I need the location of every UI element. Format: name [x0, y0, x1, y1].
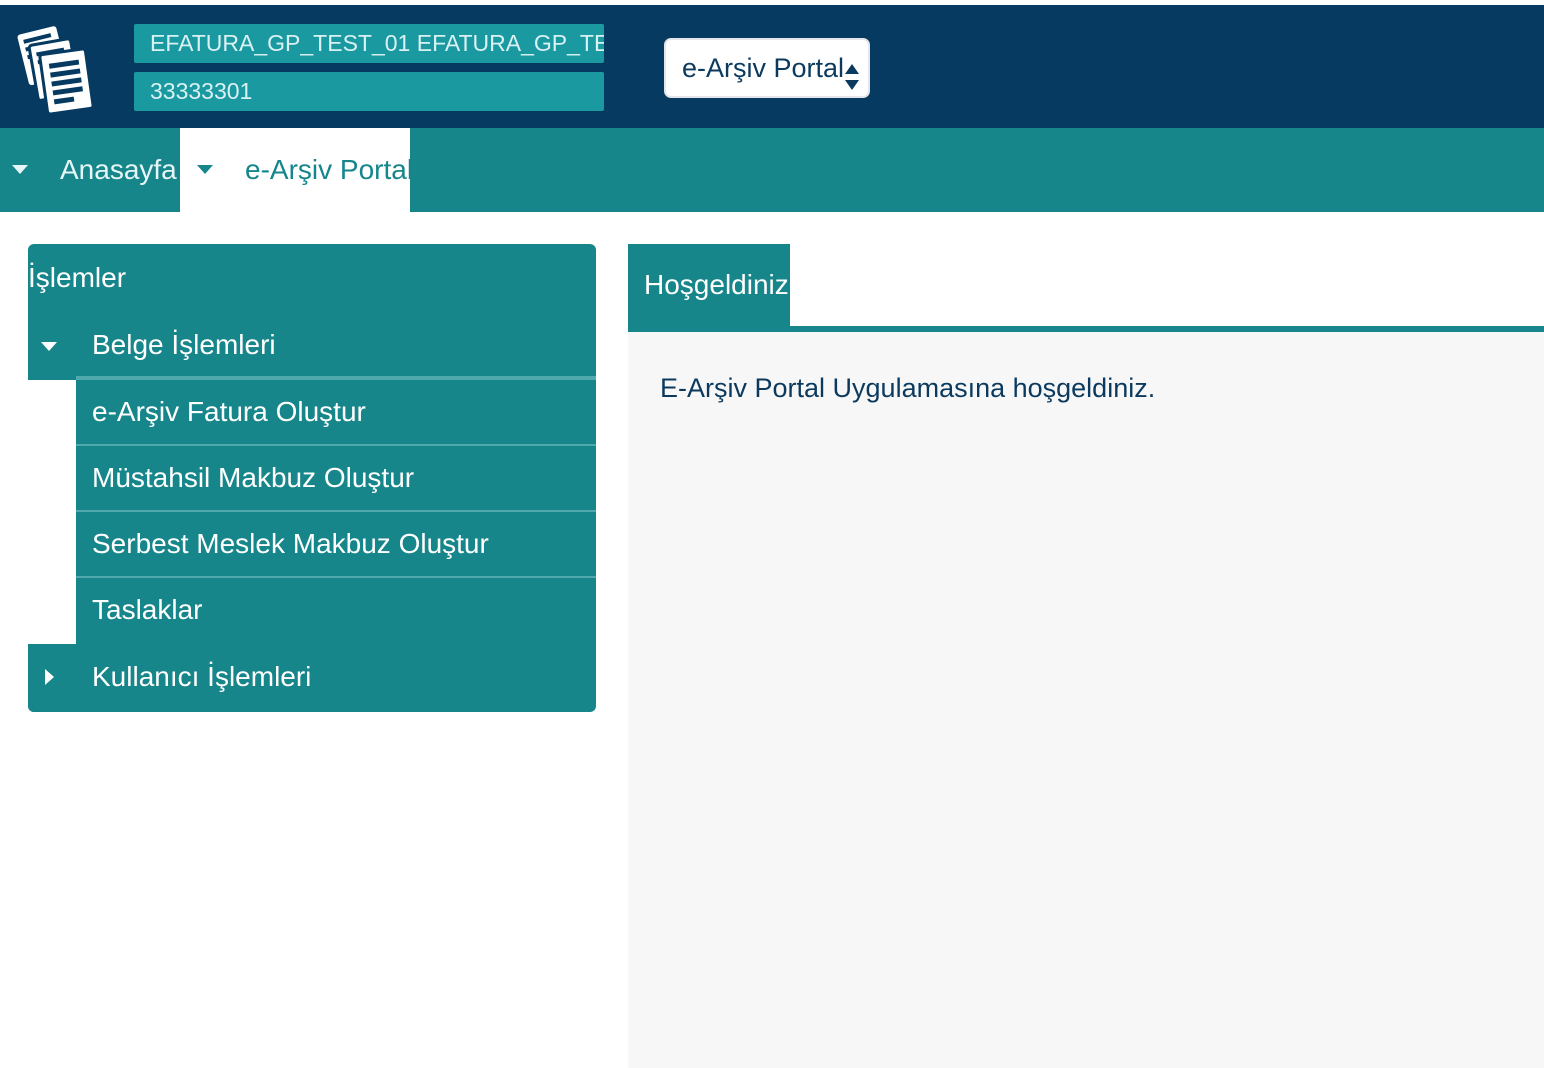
menu-group-kullanici-islemleri[interactable]: Kullanıcı İşlemleri: [28, 644, 596, 712]
tab-hosgeldiniz[interactable]: Hoşgeldiniz: [628, 244, 790, 326]
welcome-panel: E-Arşiv Portal Uygulamasına hoşgeldiniz.: [628, 332, 1544, 1068]
portal-select[interactable]: e-Arşiv Portal: [664, 38, 870, 98]
select-arrows-icon: [844, 54, 860, 90]
caret-down-icon[interactable]: [12, 165, 28, 174]
menu-group-label: Belge İşlemleri: [92, 329, 276, 360]
tab-label: e-Arşiv Portal: [245, 154, 414, 185]
portal-select-value: e-Arşiv Portal: [682, 53, 845, 83]
tab-anasayfa[interactable]: Anasayfa: [0, 128, 180, 212]
operations-menu: İşlemler Belge İşlemleri e-Arşiv Fatura …: [28, 244, 596, 712]
user-id-box: 33333301: [134, 72, 604, 111]
menu-item-e-arsiv-fatura-olustur[interactable]: e-Arşiv Fatura Oluştur: [76, 378, 596, 444]
menu-item-label: Taslaklar: [92, 594, 203, 625]
menu-item-label: Müstahsil Makbuz Oluştur: [92, 462, 415, 493]
menu-item-label: e-Arşiv Fatura Oluştur: [92, 396, 366, 427]
menu-item-taslaklar[interactable]: Taslaklar: [76, 576, 596, 642]
user-name-box: EFATURA_GP_TEST_01 EFATURA_GP_TEST_01: [134, 24, 604, 63]
welcome-message: E-Arşiv Portal Uygulamasına hoşgeldiniz.: [660, 373, 1156, 403]
group-toggle[interactable]: [28, 644, 76, 712]
caret-right-icon: [45, 669, 54, 685]
caret-down-icon: [41, 342, 57, 351]
documents-icon[interactable]: [16, 21, 100, 119]
caret-down-icon[interactable]: [197, 165, 213, 174]
menu-group-belge-islemleri[interactable]: Belge İşlemleri: [28, 312, 596, 380]
menu-title: İşlemler: [28, 262, 127, 293]
top-header: EFATURA_GP_TEST_01 EFATURA_GP_TEST_01 33…: [0, 0, 1544, 128]
main-tab-bar: Anasayfa e-Arşiv Portal: [0, 128, 1544, 212]
tab-e-arsiv-portal[interactable]: e-Arşiv Portal: [180, 128, 414, 212]
group-toggle[interactable]: [28, 312, 76, 380]
tab-label: Anasayfa: [60, 154, 177, 185]
menu-item-serbest-meslek-makbuz-olustur[interactable]: Serbest Meslek Makbuz Oluştur: [76, 510, 596, 576]
menu-item-mustahsil-makbuz-olustur[interactable]: Müstahsil Makbuz Oluştur: [76, 444, 596, 510]
submenu-indent: [28, 380, 76, 644]
menu-item-label: Serbest Meslek Makbuz Oluştur: [92, 528, 489, 559]
menu-group-label: Kullanıcı İşlemleri: [92, 661, 312, 692]
